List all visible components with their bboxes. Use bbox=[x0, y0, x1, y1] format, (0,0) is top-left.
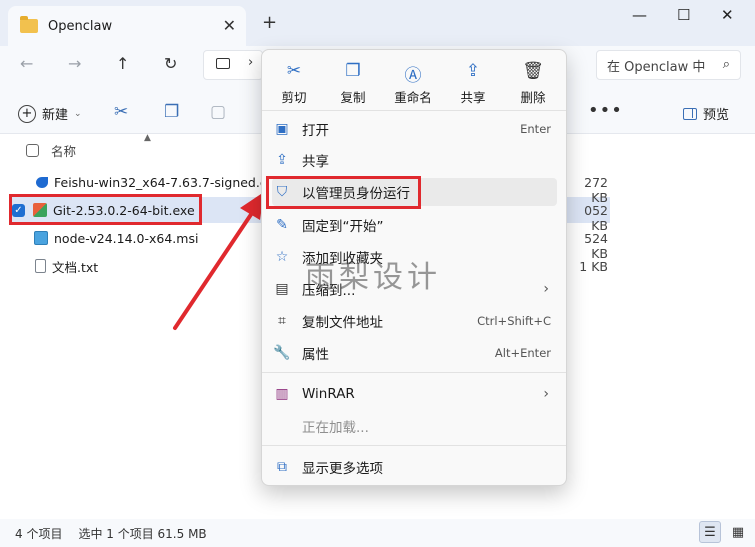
menu-item-open[interactable]: ▣ 打开 Enter bbox=[272, 115, 557, 143]
menu-separator bbox=[262, 110, 566, 111]
menu-item-loading: 正在加载... bbox=[272, 412, 557, 440]
selection-info: 选中 1 个项目 61.5 MB bbox=[78, 526, 207, 541]
watermark: 雨梨设计 bbox=[305, 260, 441, 295]
zip-folder-icon: ▤ bbox=[275, 281, 289, 297]
search-placeholder: 在 Openclaw 中 bbox=[607, 59, 706, 75]
menu-item-winrar[interactable]: ▥ WinRAR › bbox=[272, 380, 557, 408]
chevron-down-icon: ⌄ bbox=[74, 108, 82, 119]
quick-action-share[interactable]: ⇪ 共享 bbox=[448, 61, 498, 106]
submenu-chevron-icon: › bbox=[543, 281, 549, 297]
sort-ascending-icon: ▲ bbox=[144, 133, 151, 143]
monitor-icon bbox=[216, 58, 230, 69]
quick-action-label: 共享 bbox=[460, 90, 486, 105]
msi-installer-icon bbox=[34, 231, 48, 245]
menu-item-show-more-options[interactable]: ⧉ 显示更多选项 bbox=[272, 453, 557, 481]
menu-item-label: 属性 bbox=[302, 347, 329, 363]
copy-path-icon: ⌗ bbox=[278, 313, 286, 329]
item-count: 4 个项目 bbox=[15, 526, 63, 541]
new-tab-button[interactable]: + bbox=[262, 12, 277, 33]
share-icon: ⇪ bbox=[465, 61, 481, 81]
preview-label: 预览 bbox=[703, 108, 730, 123]
tab-openclaw[interactable]: Openclaw ✕ bbox=[8, 6, 246, 46]
column-header-name[interactable]: 名称 bbox=[26, 141, 76, 160]
menu-item-properties[interactable]: 🔧 属性 Alt+Enter bbox=[272, 339, 557, 367]
new-button[interactable]: + 新建 ⌄ bbox=[18, 104, 82, 123]
menu-item-label: 正在加载... bbox=[302, 420, 369, 436]
file-size: 1 KB bbox=[579, 259, 608, 274]
preview-pane-icon bbox=[683, 107, 697, 120]
wrench-icon: 🔧 bbox=[273, 345, 291, 361]
preview-button[interactable]: 预览 bbox=[683, 104, 729, 123]
menu-item-copy-path[interactable]: ⌗ 复制文件地址 Ctrl+Shift+C bbox=[272, 307, 557, 335]
maximize-button[interactable]: ☐ bbox=[677, 6, 690, 24]
star-icon: ☆ bbox=[275, 249, 289, 265]
file-size: 272 KB bbox=[584, 175, 608, 205]
menu-item-label: 固定到“开始” bbox=[302, 219, 384, 235]
quick-action-cut[interactable]: ✂ 剪切 bbox=[269, 61, 319, 106]
trash-icon: 🗑 bbox=[522, 61, 544, 81]
column-name-label: 名称 bbox=[51, 144, 77, 159]
quick-action-delete[interactable]: 🗑 删除 bbox=[508, 61, 558, 106]
up-button[interactable]: ↑ bbox=[116, 54, 129, 73]
minimize-button[interactable]: — bbox=[632, 6, 647, 24]
menu-item-share[interactable]: ⇪ 共享 bbox=[272, 146, 557, 174]
quick-action-copy[interactable]: ❐ 复制 bbox=[328, 61, 378, 106]
menu-separator bbox=[262, 445, 566, 446]
pin-icon: ✎ bbox=[276, 217, 288, 233]
menu-item-label: WinRAR bbox=[302, 386, 355, 402]
plus-icon: + bbox=[18, 104, 36, 123]
address-bar[interactable]: › bbox=[203, 50, 263, 80]
copy-icon: ❐ bbox=[345, 61, 361, 81]
more-options-icon: ⧉ bbox=[277, 459, 287, 475]
quick-action-rename[interactable]: Ⓐ 重命名 bbox=[388, 61, 438, 106]
submenu-chevron-icon: › bbox=[543, 386, 549, 402]
winrar-icon: ▥ bbox=[275, 386, 289, 402]
menu-item-pin-to-start[interactable]: ✎ 固定到“开始” bbox=[272, 211, 557, 239]
back-button[interactable]: ← bbox=[20, 54, 33, 73]
highlight-box-run-as-admin bbox=[266, 176, 421, 209]
menu-item-label: 打开 bbox=[302, 123, 329, 139]
file-size: 524 KB bbox=[584, 231, 608, 261]
menu-separator bbox=[262, 372, 566, 373]
view-switcher: ☰ ▦ bbox=[699, 521, 749, 543]
scissors-icon: ✂ bbox=[286, 61, 302, 81]
tab-title: Openclaw bbox=[48, 18, 113, 34]
menu-item-label: 复制文件地址 bbox=[302, 315, 383, 331]
feishu-app-icon bbox=[36, 176, 48, 188]
close-window-button[interactable]: ✕ bbox=[721, 6, 734, 24]
refresh-button[interactable]: ↻ bbox=[164, 54, 177, 73]
copy-icon[interactable]: ❐ bbox=[164, 102, 179, 122]
text-file-icon bbox=[35, 259, 46, 273]
menu-item-label: 共享 bbox=[302, 154, 329, 170]
paste-icon[interactable]: ▢ bbox=[210, 102, 226, 122]
chevron-right-icon: › bbox=[248, 55, 254, 70]
new-label: 新建 bbox=[42, 108, 69, 123]
quick-action-label: 重命名 bbox=[394, 90, 432, 105]
menu-item-label: 显示更多选项 bbox=[302, 461, 383, 477]
details-view-icon[interactable]: ☰ bbox=[699, 521, 721, 543]
share-icon: ⇪ bbox=[276, 152, 288, 168]
search-input[interactable]: 在 Openclaw 中 ⌕ bbox=[596, 50, 741, 80]
rename-icon: Ⓐ bbox=[404, 66, 422, 86]
cut-icon[interactable]: ✂ bbox=[114, 102, 128, 122]
quick-action-label: 删除 bbox=[520, 90, 546, 105]
menu-item-accelerator: Enter bbox=[520, 122, 551, 136]
file-name: 文档.txt bbox=[52, 259, 99, 275]
status-bar: 4 个项目 选中 1 个项目 61.5 MB bbox=[0, 519, 755, 547]
more-options-button[interactable]: ••• bbox=[588, 100, 623, 121]
open-window-icon: ▣ bbox=[275, 121, 289, 137]
file-size: 052 KB bbox=[584, 203, 608, 233]
menu-item-accelerator: Alt+Enter bbox=[494, 346, 551, 360]
menu-item-accelerator: Ctrl+Shift+C bbox=[477, 314, 551, 328]
tiles-view-icon[interactable]: ▦ bbox=[727, 521, 749, 543]
select-all-checkbox[interactable] bbox=[26, 144, 39, 157]
forward-button[interactable]: → bbox=[68, 54, 81, 73]
close-tab-icon[interactable]: ✕ bbox=[223, 16, 236, 35]
quick-action-label: 复制 bbox=[340, 90, 366, 105]
quick-action-label: 剪切 bbox=[281, 90, 307, 105]
search-icon: ⌕ bbox=[722, 57, 730, 72]
folder-icon bbox=[20, 16, 38, 33]
